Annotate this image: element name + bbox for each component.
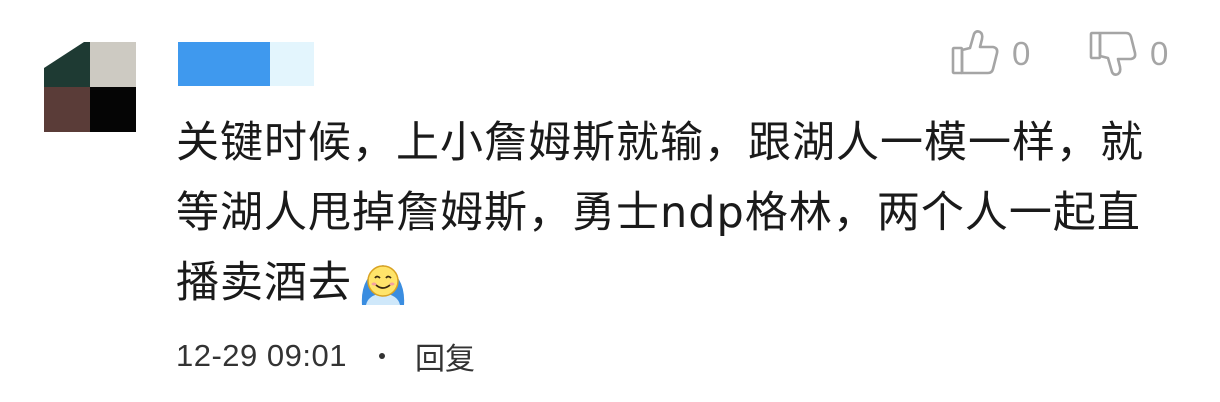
like-button[interactable]: 0: [950, 28, 1030, 78]
username[interactable]: [178, 42, 314, 86]
comment-text: 关键时候，上小詹姆斯就输，跟湖人一模一样，就等湖人甩掉詹姆斯，勇士ndp格林，两…: [176, 108, 1176, 332]
avatar[interactable]: [44, 42, 136, 132]
thumbs-down-icon: [1088, 28, 1138, 78]
reply-button[interactable]: 回复: [415, 334, 475, 378]
comment-meta: 12-29 09:01 回复: [176, 334, 475, 378]
timestamp: 12-29 09:01: [176, 338, 347, 373]
dislike-button[interactable]: 0: [1088, 28, 1168, 78]
smiley-blanket-emoji-icon: [356, 257, 410, 332]
separator-dot: [378, 353, 385, 359]
username-text: [178, 42, 314, 86]
like-count: 0: [1012, 34, 1031, 72]
dislike-count: 0: [1150, 34, 1169, 72]
comment-body: 关键时候，上小詹姆斯就输，跟湖人一模一样，就等湖人甩掉詹姆斯，勇士ndp格林，两…: [176, 118, 1144, 308]
thumbs-up-icon: [950, 28, 1000, 78]
